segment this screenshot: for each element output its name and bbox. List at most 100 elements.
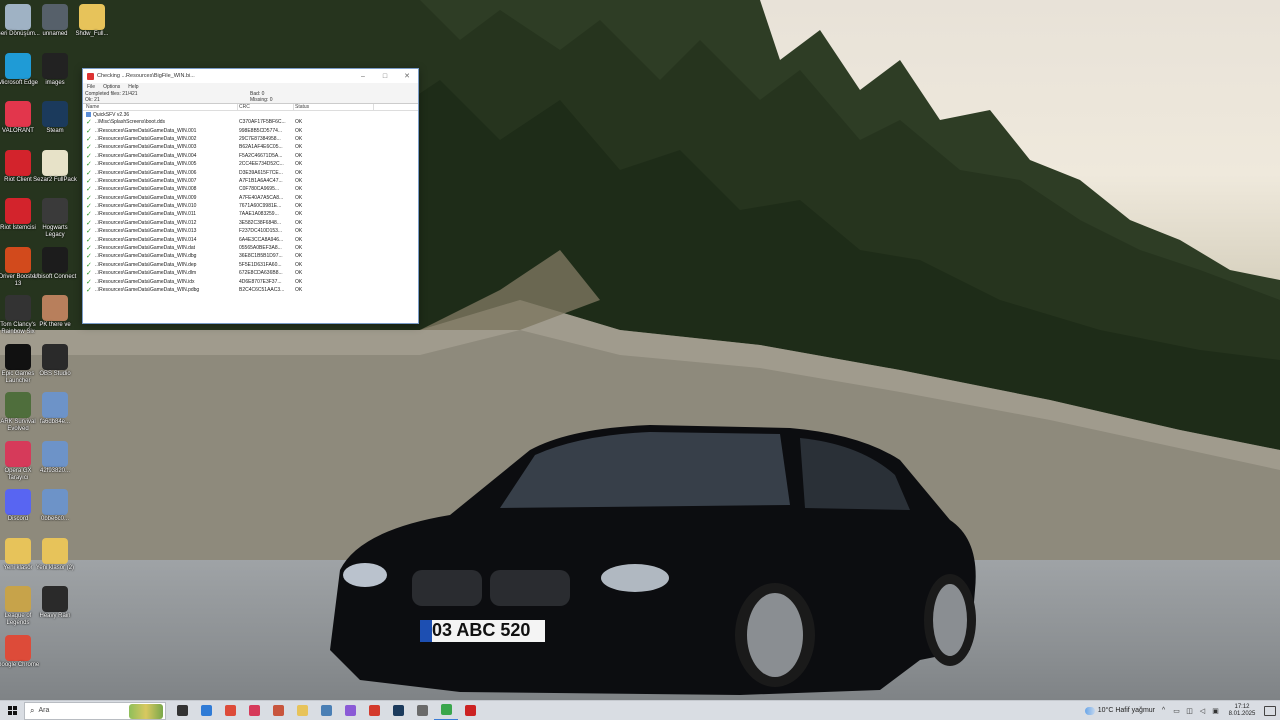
taskbar-app-button[interactable] — [266, 701, 290, 720]
file-list-row[interactable]: ✓ ..\Resources\GameData\GameData_WIN.dlm 6… — [83, 269, 418, 277]
file-name: ..\Resources\GameData\GameData_WIN.dlm — [95, 270, 197, 277]
column-name[interactable]: Name — [85, 104, 238, 110]
checkmark-icon: ✓ — [86, 253, 92, 261]
file-list-row[interactable]: ✓ ..\Resources\GameData\GameData_WIN.009 A… — [83, 194, 418, 202]
taskbar-search[interactable]: ⌕ Ara — [24, 701, 166, 720]
taskbar-app-button[interactable] — [242, 701, 266, 720]
taskbar-app-button[interactable] — [218, 701, 242, 720]
file-name: ..\Resources\GameData\GameData_WIN.004 — [95, 152, 197, 159]
file-list-row[interactable]: ✓ ..\Resources\GameData\GameData_WIN.008 C… — [83, 185, 418, 193]
desktop-shortcut[interactable]: 42f93820... — [33, 440, 77, 475]
file-name-cell: ✓ ..\Resources\GameData\GameData_WIN.011 — [86, 210, 239, 218]
file-name: ..\Resources\GameData\GameData_WIN.011 — [95, 211, 197, 218]
file-list-row[interactable]: ✓ ..\Resources\GameData\GameData_WIN.005 2… — [83, 160, 418, 168]
taskbar-app-button[interactable] — [458, 701, 482, 720]
file-list-row[interactable]: ✓ ..\Resources\GameData\GameData_WIN.dat 0… — [83, 244, 418, 252]
wallpaper-car — [330, 425, 976, 695]
desktop-shortcut[interactable]: Yeni klasör (2) — [33, 537, 77, 572]
desktop-shortcut[interactable]: Sezar2 FullPack — [33, 149, 77, 184]
column-status[interactable]: Status — [294, 104, 374, 110]
menu-options[interactable]: Options — [103, 84, 120, 90]
task-view-icon — [176, 705, 188, 716]
file-list-row[interactable]: ✓ ..\Resources\GameData\GameData_WIN.002 2… — [83, 135, 418, 143]
file-list-row[interactable]: ✓ ..\Resources\GameData\GameData_WIN.006 D… — [83, 168, 418, 177]
desktop-shortcut[interactable]: Hogwarts Legacy — [33, 198, 77, 239]
desktop-shortcut[interactable]: 0bbe6c0... — [33, 489, 77, 523]
desktop-shortcut-label: Heavy Rain — [39, 613, 71, 619]
chrome-icon — [224, 705, 236, 716]
crc-cell: B62A1AF4E6C05... — [239, 144, 283, 151]
taskbar-app-button[interactable] — [386, 701, 410, 720]
file-name-cell: ✓ ..\Resources\GameData\GameData_WIN.010 — [86, 202, 239, 210]
notification-icon[interactable] — [1264, 705, 1276, 716]
crc-cell: 4D6E8707E3F37... — [239, 278, 282, 285]
desktop-shortcut[interactable]: Steam — [33, 101, 77, 135]
store-icon — [200, 705, 212, 716]
desktop-shortcut[interactable]: PK there ve — [33, 295, 77, 329]
file-list-row[interactable]: ✓ ..\Resources\GameData\GameData_WIN.010 7… — [83, 202, 418, 210]
file-list[interactable]: ✓ ..\Misc\SplashScreens\boot.dds C370AF17F… — [83, 118, 418, 294]
desktop-shortcut[interactable]: Heavy Rain — [33, 586, 77, 620]
file-list-row[interactable]: ✓ ..\Resources\GameData\GameData_WIN.014 6… — [83, 235, 418, 244]
file-name: ..\Resources\GameData\GameData_WIN.dat — [95, 245, 196, 252]
column-crc[interactable]: CRC — [238, 104, 294, 110]
desktop-shortcut-label: Sezar2 FullPack — [33, 176, 77, 183]
file-list-row[interactable]: ✓ ..\Resources\GameData\GameData_WIN.pdbg… — [83, 286, 418, 294]
maximize-icon[interactable]: □ — [374, 73, 396, 80]
app-icon — [368, 705, 380, 716]
file-list-row[interactable]: ✓ ..\Resources\GameData\GameData_WIN.003 B… — [83, 143, 418, 151]
close-icon[interactable]: ✕ — [396, 72, 418, 80]
ok-count: Ok: 21 — [85, 97, 100, 103]
taskbar-clock[interactable]: 17:12 8.01.2025 — [1224, 704, 1260, 718]
desktop-shortcut[interactable]: fa6db84e... — [33, 392, 77, 426]
file-list-root[interactable]: QuickSFV v2.36 — [83, 111, 418, 118]
taskbar-app-button[interactable] — [290, 701, 314, 720]
file-list-row[interactable]: ✓ ..\Resources\GameData\GameData_WIN.004 F… — [83, 152, 418, 160]
desktop-shortcut[interactable]: images — [33, 52, 77, 87]
taskbar-app-button[interactable] — [410, 701, 434, 720]
taskbar-app-button[interactable] — [314, 701, 338, 720]
speaker-icon[interactable]: ◁ — [1198, 707, 1207, 715]
battery-icon[interactable]: ▭ — [1172, 707, 1181, 715]
file-list-row[interactable]: ✓ ..\Resources\GameData\GameData_WIN.007 A… — [83, 177, 418, 185]
checkmark-icon: ✓ — [86, 261, 92, 269]
minimize-icon[interactable]: – — [352, 73, 374, 80]
file-list-row[interactable]: ✓ ..\Resources\GameData\GameData_WIN.012 3… — [83, 219, 418, 227]
checkmark-icon: ✓ — [86, 278, 92, 286]
file-list-row[interactable]: ✓ ..\Resources\GameData\GameData_WIN.001 9… — [83, 126, 418, 135]
quicksfv-window[interactable]: Checking ...Resources\BigFile_WIN.bi... … — [82, 68, 419, 324]
checkmark-icon: ✓ — [86, 135, 92, 143]
status-cell: OK — [295, 169, 303, 176]
status-cell: OK — [295, 228, 303, 235]
file-name: ..\Resources\GameData\GameData_WIN.002 — [95, 135, 197, 142]
desktop-shortcut-label: PK there ve — [39, 322, 71, 328]
taskbar-app-button[interactable] — [338, 701, 362, 720]
taskbar-app-button[interactable] — [170, 701, 194, 720]
file-name: ..\Resources\GameData\GameData_WIN.idx — [95, 278, 195, 285]
weather-widget[interactable]: 10°C Hafif yağmur — [1084, 706, 1155, 715]
desktop-shortcut[interactable]: OBS Studio — [33, 343, 77, 378]
file-list-row[interactable]: ✓ ..\Resources\GameData\GameData_WIN.013 F… — [83, 227, 418, 235]
display-icon[interactable]: ▣ — [1211, 707, 1220, 715]
taskbar-app-button[interactable] — [194, 701, 218, 720]
taskbar-app-button[interactable] — [434, 701, 458, 720]
desktop-shortcut[interactable]: Shdw_Full... — [70, 4, 114, 38]
file-list-row[interactable]: ✓ ..\Resources\GameData\GameData_WIN.011 7… — [83, 210, 418, 218]
taskbar-app-button[interactable] — [362, 701, 386, 720]
window-titlebar[interactable]: Checking ...Resources\BigFile_WIN.bi... … — [83, 69, 418, 83]
menu-help[interactable]: Help — [128, 84, 138, 90]
desktop-shortcut[interactable]: Ubisoft Connect — [33, 246, 77, 281]
search-highlight-icon — [129, 703, 163, 719]
file-list-row[interactable]: ✓ ..\Resources\GameData\GameData_WIN.idx 4… — [83, 277, 418, 286]
desktop-shortcut[interactable]: Google Chrome — [0, 634, 40, 669]
crc-cell: C370AF17F5BF6C... — [239, 119, 286, 126]
checkmark-icon: ✓ — [86, 144, 92, 152]
file-list-row[interactable]: ✓ ..\Misc\SplashScreens\boot.dds C370AF17F… — [83, 118, 418, 126]
start-button[interactable] — [0, 701, 24, 720]
file-list-row[interactable]: ✓ ..\Resources\GameData\GameData_WIN.dep 5… — [83, 261, 418, 269]
menu-file[interactable]: File — [87, 84, 95, 90]
network-icon[interactable]: ◫ — [1185, 707, 1194, 715]
file-name: ..\Misc\SplashScreens\boot.dds — [95, 119, 166, 126]
file-list-row[interactable]: ✓ ..\Resources\GameData\GameData_WIN.dbg 3… — [83, 252, 418, 260]
chevron-up-icon[interactable]: ^ — [1159, 707, 1168, 714]
